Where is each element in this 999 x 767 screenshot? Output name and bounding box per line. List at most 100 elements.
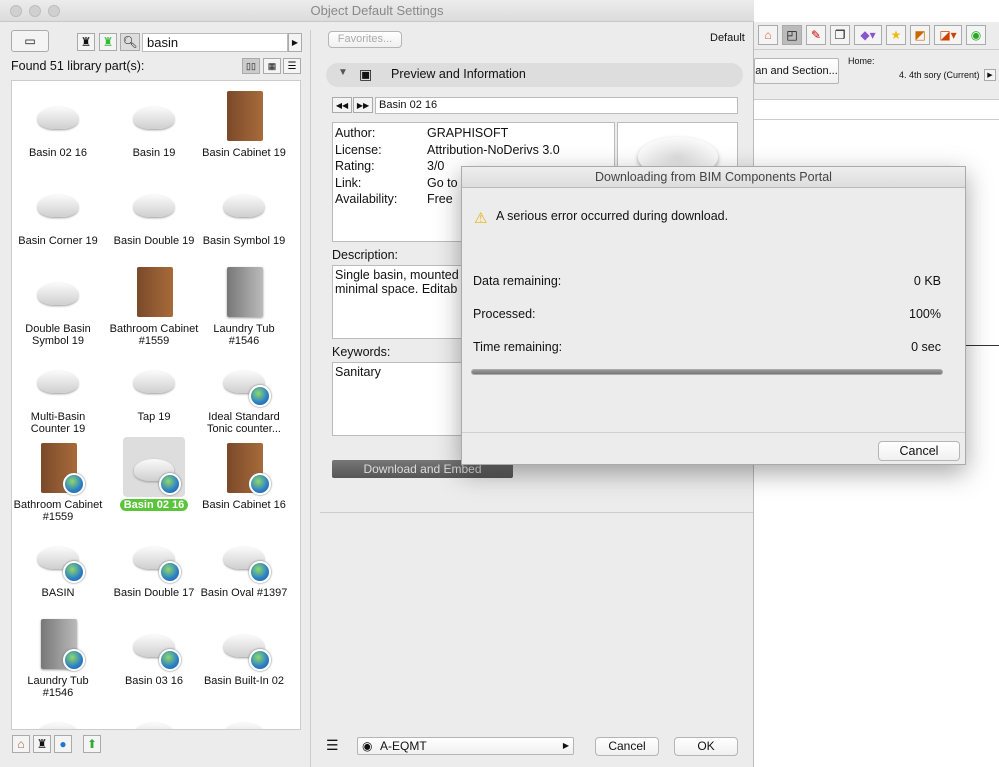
favorites-button[interactable]: Favorites... [328,31,402,48]
layer-select[interactable]: ◉ A-EQMT ▶ [357,737,574,755]
info-value: 3/0 [427,159,445,173]
library-item[interactable]: Basin Symbol 19 [198,171,290,259]
library-item-thumbnail [27,85,89,145]
plan-section-tab[interactable]: an and Section... [754,58,839,84]
story-arrow-button[interactable]: ▶ [984,69,996,81]
star-icon[interactable]: ★ [886,25,906,45]
layer-value: A-EQMT [380,739,427,753]
library-item[interactable]: Basin Double 17 [108,523,200,611]
teamwork-icon[interactable]: ◉ [966,25,986,45]
scrollbar[interactable] [754,100,999,120]
library-item-label: Basin Cabinet 19 [202,147,286,159]
library-item-thumbnail [123,525,185,585]
library-item[interactable]: Basin 03 16 [108,611,200,699]
next-button[interactable]: ▶▶ [353,97,373,113]
info-value[interactable]: Go to [427,175,458,192]
library-item-label: Laundry Tub #1546 [213,323,275,347]
library-item-thumbnail [123,85,185,145]
library-item-thumbnail [123,261,185,321]
library-item-label: Basin Double 17 [113,587,195,599]
dialog-cancel-button[interactable]: Cancel [878,441,960,461]
search-icon[interactable]: 🔍︎ [120,33,140,51]
previous-button[interactable]: ◀◀ [332,97,352,113]
library-item[interactable]: Bathroom Cabinet #1559 [12,435,104,523]
globe-icon [63,473,85,495]
library-item[interactable]: Basin Oval #1397 [198,523,290,611]
library-chair-icon[interactable]: ♜ [77,33,95,51]
library-item[interactable]: Multi-Basin Counter 19 [12,347,104,435]
chevron-right-icon: ▶ [562,741,569,750]
library-item[interactable]: Basin Built-In 02 [198,611,290,699]
library-green-chair-icon[interactable]: ♜ [99,33,117,51]
progress-row: Data remaining: 0 KB [473,274,941,288]
library-item-label: BASIN [41,587,75,599]
divider [462,432,965,433]
search-menu-arrow[interactable]: ▶ [288,33,302,52]
library-manager-icon[interactable]: ⌂ [12,735,30,753]
drawing-line [964,345,999,346]
library-item[interactable]: Laundry Tub #1546 [12,611,104,699]
library-item[interactable]: Tap 19 [108,347,200,435]
minimize-button[interactable] [29,5,41,17]
library-item[interactable]: Basin Corner 19 [12,171,104,259]
info-row: Author: GRAPHISOFT [335,125,612,142]
library-item[interactable]: Double Basin Symbol 19 [12,259,104,347]
bim-portal-icon[interactable]: ● [54,735,72,753]
dialog-title: Downloading from BIM Components Portal [462,167,965,188]
publish-icon[interactable]: ◪▾ [934,25,962,45]
library-item[interactable] [12,699,104,729]
home-label: Home: [848,56,875,66]
library-item[interactable]: Basin 19 [108,83,200,171]
small-icons-view[interactable]: ▦ [263,58,281,74]
library-item[interactable]: Ideal Standard Tonic counter... [198,347,290,435]
download-dialog: Downloading from BIM Components Portal ⚠… [461,166,966,465]
preview-section-header[interactable]: ▼ ▣ Preview and Information [326,63,743,87]
library-grid[interactable]: Basin 02 16 Basin 19 Basin Cabinet 19 Basin… [11,80,301,730]
progress-row: Processed: 100% [473,307,941,321]
fill-icon[interactable]: ◆▾ [854,25,882,45]
library-item-label: Basin Symbol 19 [202,235,286,247]
disclosure-triangle-icon[interactable]: ▼ [338,67,348,78]
library-item[interactable] [198,699,290,729]
search-input[interactable]: basin [142,33,288,52]
render-icon[interactable]: ◩ [910,25,930,45]
library-item[interactable]: Bathroom Cabinet #1559 [108,259,200,347]
story-label: 4. 4th sory (Current) [899,70,980,80]
splitter[interactable] [310,30,316,767]
preview-icon: ▣ [359,66,373,82]
ok-button[interactable]: OK [674,737,738,756]
pen-icon[interactable]: ✎ [806,25,826,45]
close-button[interactable] [10,5,22,17]
keywords-label: Keywords: [332,345,391,359]
library-item-label: Bathroom Cabinet #1559 [13,499,103,523]
new-object-icon[interactable]: ♜ [33,735,51,753]
library-item-label: Bathroom Cabinet #1559 [109,323,199,347]
default-label: Default [710,32,745,44]
library-item-label: Basin Corner 19 [18,235,98,247]
zoom-button[interactable] [48,5,60,17]
library-item[interactable]: Laundry Tub #1546 [198,259,290,347]
library-item[interactable]: BASIN [12,523,104,611]
library-item[interactable]: Basin 02 16 [12,83,104,171]
cancel-button[interactable]: Cancel [595,737,659,756]
list-view[interactable]: ☰ [283,58,301,74]
layer-stack-icon: ☰ [326,737,339,753]
select-icon[interactable]: ◰ [782,25,802,45]
layers-icon[interactable]: ❐ [830,25,850,45]
error-message: A serious error occurred during download… [496,209,729,223]
library-item[interactable]: Basin Double 19 [108,171,200,259]
eye-icon: ◉ [362,739,373,753]
library-item[interactable]: Basin Cabinet 19 [198,83,290,171]
library-item[interactable]: Basin 02 16 [108,435,200,523]
library-item-label: Basin 03 16 [124,675,184,687]
row-label: Data remaining: [473,274,562,288]
upload-icon[interactable]: ⬆ [83,735,101,753]
library-item[interactable] [108,699,200,729]
library-item-thumbnail [27,525,89,585]
library-item-label: Basin 02 16 [28,147,88,159]
home-icon[interactable]: ⌂ [758,25,778,45]
library-item-label: Multi-Basin Counter 19 [30,411,86,435]
large-icons-view[interactable]: ▯▯ [242,58,260,74]
library-item[interactable]: Basin Cabinet 16 [198,435,290,523]
view-mode-button[interactable]: ▭ [11,30,49,52]
